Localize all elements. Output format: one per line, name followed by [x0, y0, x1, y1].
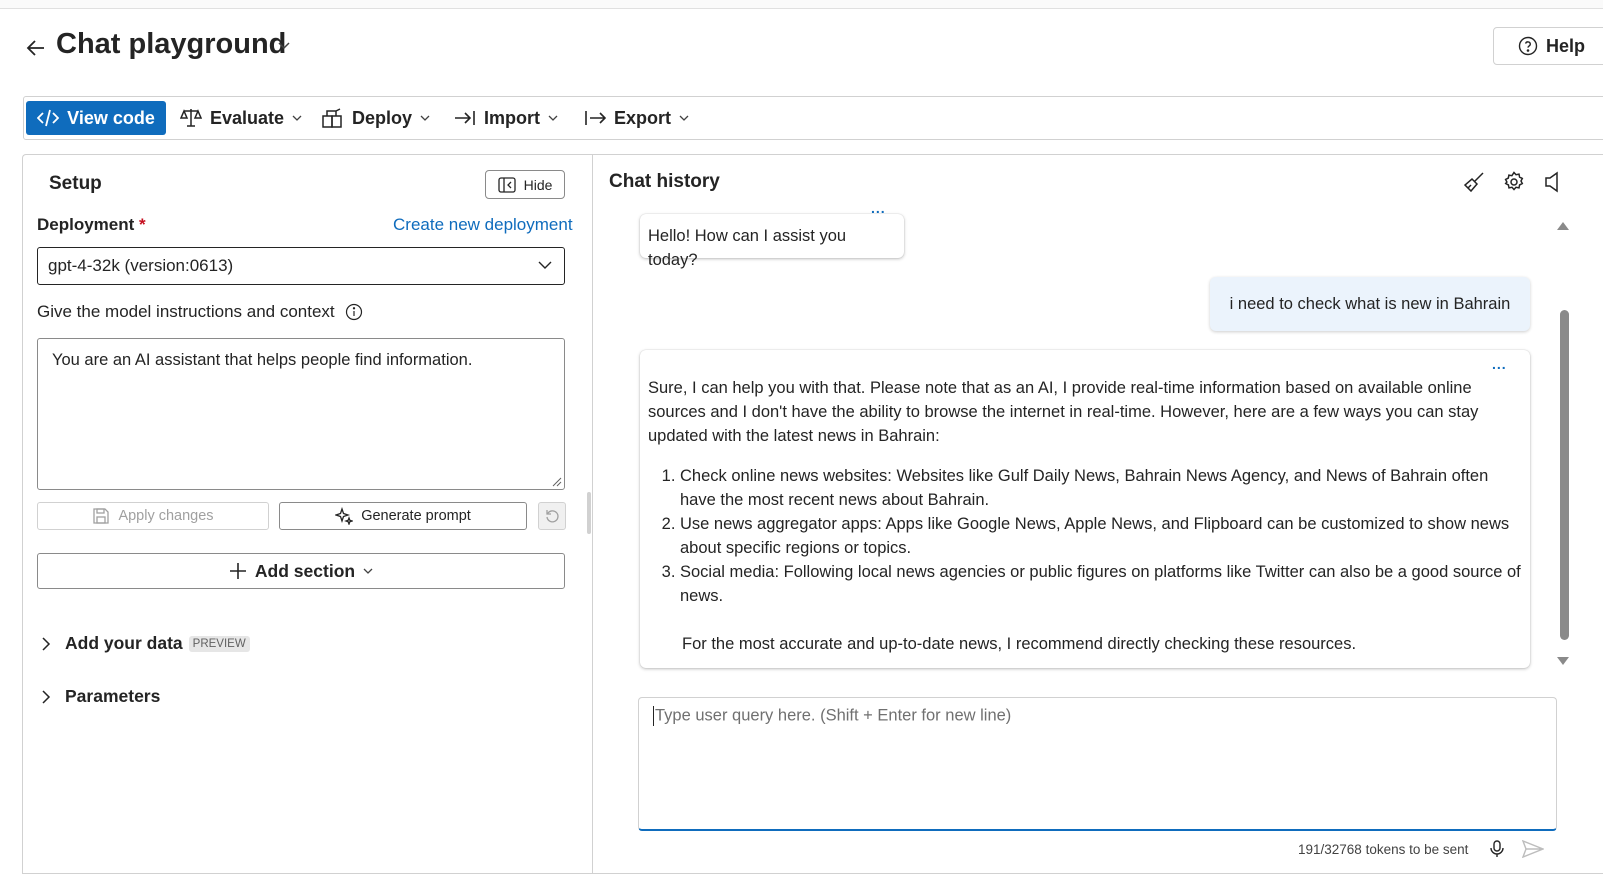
chevron-down-icon	[679, 115, 689, 121]
panel-collapse-icon	[497, 176, 516, 193]
assistant-message: ... Sure, I can help you with that. Plea…	[640, 350, 1530, 668]
sparkle-icon	[335, 507, 354, 525]
create-deployment-link[interactable]: Create new deployment	[393, 215, 573, 235]
generate-prompt-button[interactable]: Generate prompt	[279, 502, 527, 530]
import-label: Import	[484, 107, 540, 128]
deployment-label-text: Deployment	[37, 215, 135, 234]
deployment-select[interactable]: gpt-4-32k (version:0613)	[37, 247, 565, 285]
list-item: Social media: Following local news agenc…	[680, 560, 1522, 608]
chevron-right-icon	[42, 636, 51, 651]
send-icon[interactable]	[1522, 840, 1544, 858]
input-actions	[1490, 840, 1544, 858]
broom-icon[interactable]	[1463, 171, 1485, 193]
export-menu-button[interactable]: Export	[584, 101, 689, 135]
chevron-right-icon	[42, 689, 51, 704]
back-arrow-icon[interactable]	[24, 36, 48, 60]
apply-changes-button[interactable]: Apply changes	[37, 502, 269, 530]
gear-icon[interactable]	[1503, 171, 1525, 193]
view-code-button[interactable]: View code	[26, 101, 166, 135]
system-message-textarea[interactable]: You are an AI assistant that helps peopl…	[37, 338, 565, 490]
list-item: Use news aggregator apps: Apps like Goog…	[680, 512, 1522, 560]
top-strip	[0, 0, 1603, 9]
assistant-message: Hello! How can I assist you today?	[640, 214, 904, 269]
import-icon	[455, 111, 475, 125]
chevron-down-icon	[538, 261, 552, 269]
setup-title: Setup	[49, 173, 102, 194]
microphone-icon[interactable]	[1490, 840, 1504, 858]
code-icon	[37, 109, 60, 127]
save-icon	[93, 508, 110, 524]
deploy-label: Deploy	[352, 107, 413, 128]
panel-splitter[interactable]	[587, 492, 591, 534]
hide-setup-button[interactable]: Hide	[485, 170, 565, 199]
parameters-label: Parameters	[65, 686, 161, 706]
page-title: Chat playground	[56, 28, 287, 60]
deploy-icon	[322, 108, 342, 128]
apply-changes-label: Apply changes	[118, 508, 214, 524]
scale-icon	[180, 109, 202, 127]
deploy-menu-button[interactable]: Deploy	[322, 101, 430, 135]
scroll-up-icon[interactable]	[1556, 220, 1570, 232]
instructions-label: Give the model instructions and context	[37, 302, 363, 322]
view-code-label: View code	[67, 107, 155, 128]
help-label: Help	[1546, 35, 1586, 56]
export-icon	[585, 111, 606, 125]
chevron-down-icon	[548, 115, 558, 121]
generate-prompt-label: Generate prompt	[361, 508, 471, 524]
text-caret	[653, 706, 654, 726]
assistant-message-intro: Sure, I can help you with that. Please n…	[648, 379, 1479, 445]
evaluate-label: Evaluate	[210, 107, 285, 128]
import-menu-button[interactable]: Import	[454, 101, 558, 135]
speaker-icon[interactable]	[1543, 171, 1561, 193]
export-label: Export	[614, 107, 672, 128]
resize-grip-icon[interactable]	[550, 475, 562, 487]
instructions-label-text: Give the model instructions and context	[37, 302, 335, 321]
deployment-value: gpt-4-32k (version:0613)	[48, 256, 234, 275]
info-icon[interactable]	[345, 303, 363, 321]
setup-panel: Setup Hide Deployment * Create new deplo…	[22, 154, 592, 874]
add-section-label: Add section	[254, 560, 356, 581]
scrollbar-thumb[interactable]	[1560, 310, 1569, 640]
system-message-text: You are an AI assistant that helps peopl…	[52, 351, 473, 369]
add-your-data-accordion[interactable]: Add your data PREVIEW	[41, 633, 250, 654]
chevron-down-icon	[420, 115, 430, 121]
message-more-button[interactable]: ...	[1492, 352, 1507, 376]
user-message: i need to check what is new in Bahrain	[1210, 277, 1530, 331]
chat-toolbar	[1463, 171, 1561, 193]
parameters-accordion[interactable]: Parameters	[41, 686, 160, 707]
chevron-down-icon	[363, 568, 373, 574]
reset-button[interactable]	[538, 502, 566, 530]
undo-icon	[546, 510, 559, 523]
chevron-down-icon	[292, 115, 302, 121]
plus-icon	[229, 563, 246, 579]
chat-history-title: Chat history	[609, 171, 720, 192]
evaluate-menu-button[interactable]: Evaluate	[180, 101, 302, 135]
scroll-down-icon[interactable]	[1556, 655, 1570, 667]
add-section-button[interactable]: Add section	[37, 553, 565, 589]
add-your-data-label: Add your data	[65, 633, 183, 653]
title-chevron-down-icon[interactable]	[278, 40, 290, 50]
preview-badge: PREVIEW	[188, 635, 250, 652]
hide-label: Hide	[523, 176, 553, 193]
required-mark: *	[139, 215, 146, 234]
user-query-input[interactable]: Type user query here. (Shift + Enter for…	[638, 697, 1557, 831]
deployment-label: Deployment *	[37, 215, 146, 235]
help-button[interactable]: Help	[1493, 27, 1603, 65]
list-item: Check online news websites: Websites lik…	[680, 464, 1522, 512]
query-placeholder: Type user query here. (Shift + Enter for…	[655, 706, 1012, 725]
toolbar: View code Evaluate Deploy Import Export	[23, 96, 1603, 140]
user-message-text: i need to check what is new in Bahrain	[1229, 294, 1511, 313]
token-count: 191/32768 tokens to be sent	[1298, 842, 1469, 857]
help-icon	[1518, 36, 1538, 56]
assistant-message-list: Check online news websites: Websites lik…	[648, 464, 1522, 608]
assistant-message-outro: For the most accurate and up-to-date new…	[682, 635, 1357, 653]
